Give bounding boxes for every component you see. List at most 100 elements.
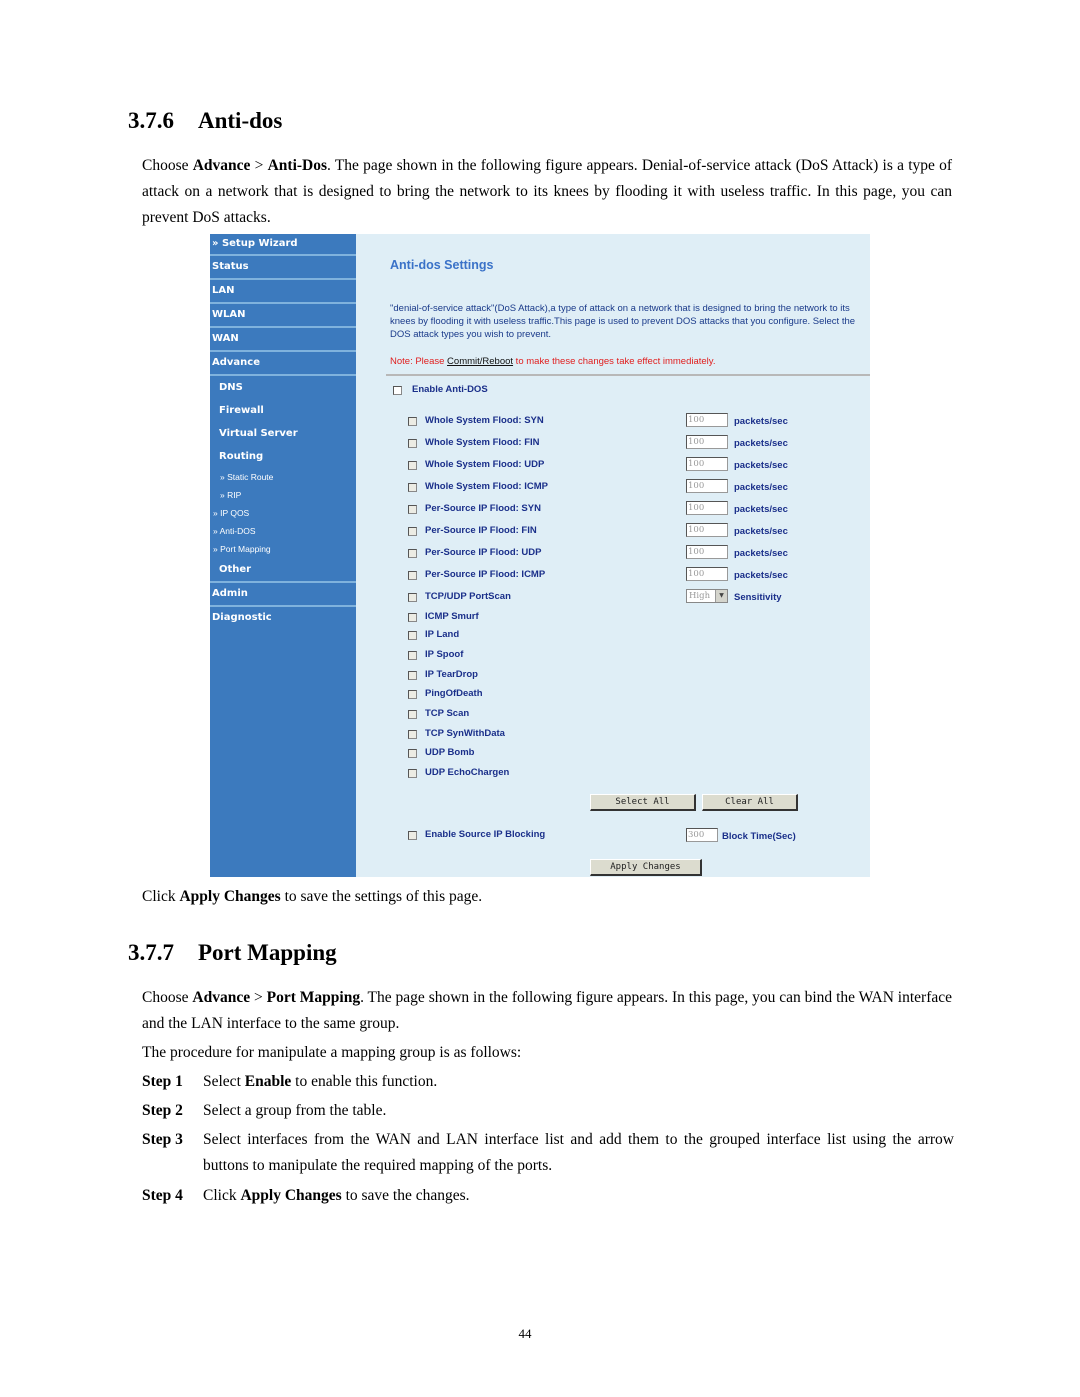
sidebar-item-port-mapping[interactable]: » Port Mapping [210,540,356,558]
flood-checkbox[interactable] [408,483,417,492]
attack-label: IP Land [425,629,460,640]
sensitivity-label: Sensitivity [734,592,782,603]
sidebar-item-setup-wizard[interactable]: » Setup Wizard [210,234,356,256]
sidebar-item-diagnostic[interactable]: Diagnostic [210,607,356,631]
block-time-input[interactable]: 300 [686,828,718,842]
flood-label: Whole System Flood: UDP [425,459,545,470]
sidebar-item-other[interactable]: Other [210,558,356,583]
flood-unit-label: packets/sec [734,526,788,537]
sidebar-item-status[interactable]: Status [210,256,356,280]
section-title: Anti-dos [198,108,283,133]
procedure-step: Step 4 Click Apply Changes to save the c… [142,1183,954,1209]
apply-instruction: Click Apply Changes to save the settings… [142,888,483,905]
flood-threshold-input[interactable]: 100 [686,413,728,427]
flood-unit-label: packets/sec [734,504,788,515]
procedure-step: Step 3 Select interfaces from the WAN an… [142,1127,954,1179]
apply-changes-button[interactable]: Apply Changes [590,859,702,876]
settings-panel: Anti-dos Settings "denial-of-service att… [356,234,870,877]
sidebar-item-firewall[interactable]: Firewall [210,399,356,422]
flood-threshold-input[interactable]: 100 [686,457,728,471]
step-label: Step 2 [142,1102,183,1119]
flood-checkbox[interactable] [408,439,417,448]
step-label: Step 3 [142,1131,183,1148]
port-mapping-intro: Choose Advance > Port Mapping. The page … [142,989,953,1032]
section-number: 3.7.7 [128,940,174,965]
attack-checkbox[interactable] [408,690,417,699]
commit-reboot-link[interactable]: Commit/Reboot [447,356,513,367]
flood-label: Whole System Flood: FIN [425,437,540,448]
portscan-checkbox[interactable] [408,593,417,602]
attack-checkbox[interactable] [408,651,417,660]
flood-checkbox[interactable] [408,461,417,470]
attack-label: PingOfDeath [425,688,483,699]
attack-checkbox[interactable] [408,730,417,739]
attack-label: IP TearDrop [425,669,478,680]
flood-unit-label: packets/sec [734,460,788,471]
attack-label: UDP Bomb [425,747,475,758]
source-ip-blocking-checkbox[interactable] [408,831,417,840]
sidebar-item-lan[interactable]: LAN [210,280,356,304]
sidebar-item-rip[interactable]: » RIP [210,486,356,504]
flood-threshold-input[interactable]: 100 [686,545,728,559]
attack-label: ICMP Smurf [425,611,479,622]
source-ip-blocking-label: Enable Source IP Blocking [425,829,546,840]
attack-checkbox[interactable] [408,710,417,719]
sidebar-item-admin[interactable]: Admin [210,583,356,607]
section-heading-anti-dos: 3.7.6 Anti-dos [128,108,282,134]
commit-note: Note: Please Commit/Reboot to make these… [390,356,716,367]
attack-checkbox[interactable] [408,769,417,778]
sidebar-item-anti-dos[interactable]: » Anti-DOS [210,522,356,540]
flood-label: Whole System Flood: SYN [425,415,544,426]
attack-label: UDP EchoChargen [425,767,510,778]
flood-unit-label: packets/sec [734,570,788,581]
attack-checkbox[interactable] [408,671,417,680]
flood-threshold-input[interactable]: 100 [686,435,728,449]
attack-checkbox[interactable] [408,631,417,640]
flood-unit-label: packets/sec [734,416,788,427]
sidebar-item-wan[interactable]: WAN [210,328,356,352]
flood-checkbox[interactable] [408,549,417,558]
flood-threshold-input[interactable]: 100 [686,523,728,537]
block-time-label: Block Time(Sec) [722,831,796,842]
anti-dos-screenshot: » Setup Wizard Status LAN WLAN WAN Advan… [210,234,870,877]
attack-checkbox[interactable] [408,749,417,758]
sidebar-item-ip-qos[interactable]: » IP QOS [210,504,356,522]
attack-label: IP Spoof [425,649,464,660]
sensitivity-select[interactable]: High ▼ [686,589,728,603]
settings-title: Anti-dos Settings [390,258,494,272]
section-number: 3.7.6 [128,108,174,133]
sidebar-item-routing[interactable]: Routing [210,445,356,468]
sidebar-item-virtual-server[interactable]: Virtual Server [210,422,356,445]
procedure-intro: The procedure for manipulate a mapping g… [142,1044,522,1061]
flood-threshold-input[interactable]: 100 [686,567,728,581]
flood-checkbox[interactable] [408,571,417,580]
flood-threshold-input[interactable]: 100 [686,501,728,515]
flood-unit-label: packets/sec [734,482,788,493]
clear-all-button[interactable]: Clear All [702,794,798,811]
section-heading-port-mapping: 3.7.7 Port Mapping [128,940,337,966]
attack-label: TCP Scan [425,708,470,719]
flood-checkbox[interactable] [408,505,417,514]
flood-checkbox[interactable] [408,527,417,536]
flood-label: Whole System Flood: ICMP [425,481,548,492]
sidebar-nav: » Setup Wizard Status LAN WLAN WAN Advan… [210,234,356,877]
procedure-step: Step 2 Select a group from the table. [142,1098,954,1124]
step-text: Select interfaces from the WAN and LAN i… [203,1131,954,1174]
chevron-down-icon[interactable]: ▼ [715,590,727,602]
flood-label: Per-Source IP Flood: ICMP [425,569,546,580]
sidebar-item-static-route[interactable]: » Static Route [210,468,356,486]
sidebar-item-dns[interactable]: DNS [210,376,356,399]
section-title: Port Mapping [198,940,337,965]
sidebar-item-wlan[interactable]: WLAN [210,304,356,328]
enable-anti-dos-checkbox[interactable] [393,386,402,395]
step-label: Step 4 [142,1187,183,1204]
select-all-button[interactable]: Select All [590,794,696,811]
flood-threshold-input[interactable]: 100 [686,479,728,493]
portscan-label: TCP/UDP PortScan [425,591,511,602]
attack-checkbox[interactable] [408,613,417,622]
flood-checkbox[interactable] [408,417,417,426]
sidebar-item-advance[interactable]: Advance [210,352,356,376]
enable-anti-dos-label: Enable Anti-DOS [412,384,488,395]
anti-dos-intro: Choose Advance > Anti-Dos. The page show… [142,157,953,226]
flood-unit-label: packets/sec [734,438,788,449]
